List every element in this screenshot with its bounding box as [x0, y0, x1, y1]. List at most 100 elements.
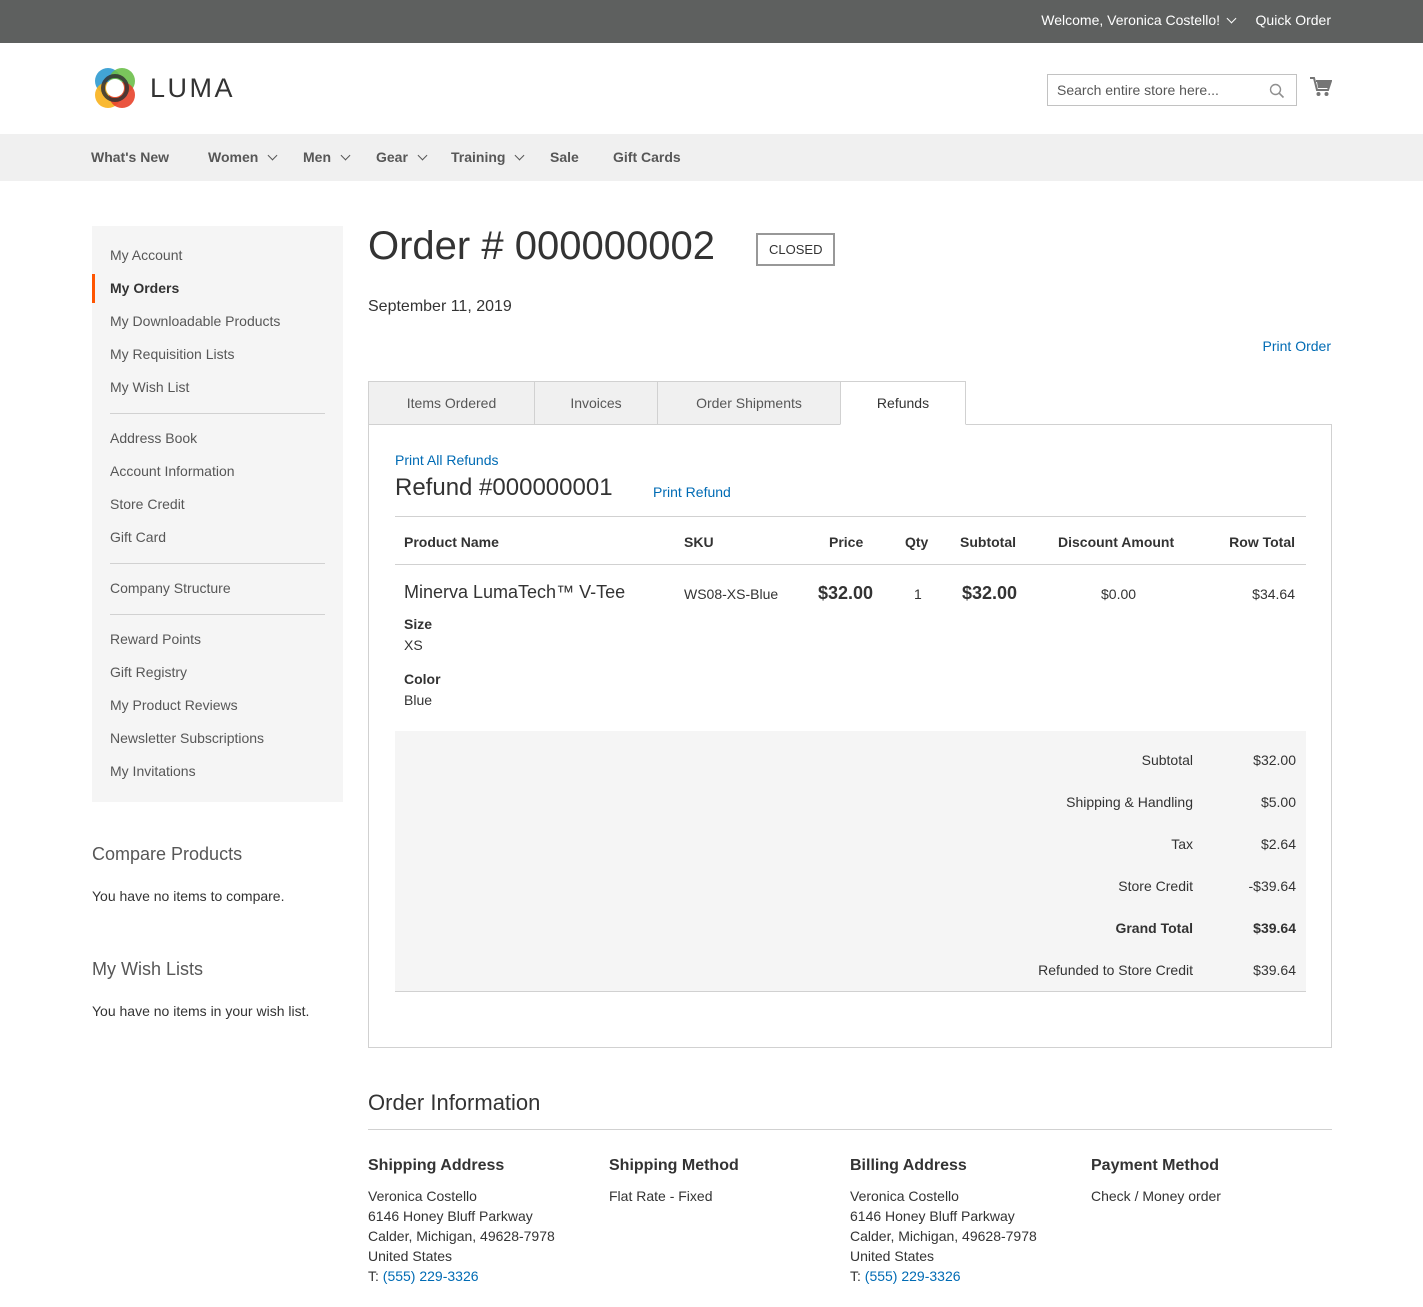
shipping-method-title: Shipping Method — [609, 1157, 739, 1174]
nav-label: Gear — [376, 149, 408, 165]
option-value-color: Blue — [404, 692, 433, 708]
search-input[interactable] — [1048, 75, 1258, 105]
billing-address-line: 6146 Honey Bluff Parkway — [850, 1208, 1015, 1224]
sidebar-divider — [110, 614, 325, 615]
welcome-dropdown[interactable]: Welcome, Veronica Costello! — [1041, 12, 1237, 28]
sidebar-divider — [110, 563, 325, 564]
phone-prefix: T: — [850, 1268, 861, 1284]
chevron-down-icon — [340, 150, 351, 160]
totals-label-subtotal: Subtotal — [1141, 752, 1193, 768]
shipping-address-title: Shipping Address — [368, 1157, 505, 1174]
product-price: $32.00 — [818, 583, 874, 603]
product-subtotal: $32.00 — [962, 583, 1018, 603]
column-header-subtotal: Subtotal — [960, 534, 1016, 550]
sidebar-item-downloadable-products[interactable]: My Downloadable Products — [110, 313, 280, 329]
active-indicator — [92, 274, 95, 303]
column-header-sku: SKU — [684, 534, 714, 550]
wishlists-empty-text: You have no items in your wish list. — [92, 1003, 310, 1019]
logo[interactable]: LUMA — [92, 65, 235, 111]
tab-order-shipments[interactable]: Order Shipments — [657, 381, 841, 425]
nav-sale[interactable]: Sale — [550, 149, 579, 165]
shipping-address-line: Calder, Michigan, 49628-7978 — [368, 1228, 555, 1244]
totals-value-tax: $2.64 — [1260, 836, 1296, 852]
product-row-total: $34.64 — [1252, 586, 1295, 602]
nav-gift-cards[interactable]: Gift Cards — [613, 149, 681, 165]
shipping-phone-link[interactable]: (555) 229-3326 — [383, 1268, 479, 1284]
shipping-address-line: Veronica Costello — [368, 1188, 477, 1204]
compare-title: Compare Products — [92, 844, 243, 864]
shipping-method-value: Flat Rate - Fixed — [609, 1188, 713, 1204]
sidebar-item-invitations[interactable]: My Invitations — [110, 763, 196, 779]
phone-prefix: T: — [368, 1268, 379, 1284]
totals-label-grand-total: Grand Total — [1115, 920, 1193, 936]
option-label-color: Color — [404, 671, 441, 687]
chevron-down-icon — [1226, 13, 1237, 23]
option-label-size: Size — [404, 616, 433, 632]
cart-icon[interactable] — [1310, 77, 1332, 97]
sidebar-item-gift-registry[interactable]: Gift Registry — [110, 664, 187, 680]
sidebar-item-wish-list[interactable]: My Wish List — [110, 379, 189, 395]
column-header-discount: Discount Amount — [1058, 534, 1175, 550]
product-discount: $0.00 — [1101, 586, 1137, 602]
billing-address-title: Billing Address — [850, 1157, 967, 1174]
sidebar-item-account-information[interactable]: Account Information — [110, 463, 235, 479]
status-badge: CLOSED — [756, 233, 836, 266]
nav-training[interactable]: Training — [451, 149, 525, 165]
quick-order-link[interactable]: Quick Order — [1256, 12, 1331, 28]
nav-label: Gift Cards — [613, 149, 681, 165]
sidebar-divider — [110, 413, 325, 414]
search-box — [1047, 74, 1297, 106]
product-sku: WS08-XS-Blue — [684, 586, 779, 602]
main-nav: What's New Women Men Gear Training Sale … — [0, 134, 1423, 181]
nav-men[interactable]: Men — [303, 149, 351, 165]
search-icon[interactable] — [1269, 83, 1285, 99]
column-header-qty: Qty — [905, 534, 929, 550]
account-sidebar: My Account My Orders My Downloadable Pro… — [92, 226, 343, 802]
billing-address-line: United States — [850, 1248, 935, 1264]
totals-label-tax: Tax — [1171, 836, 1193, 852]
print-refund-link[interactable]: Print Refund — [653, 484, 731, 500]
sidebar-item-product-reviews[interactable]: My Product Reviews — [110, 697, 238, 713]
sidebar-item-my-account[interactable]: My Account — [110, 247, 182, 263]
wishlists-title: My Wish Lists — [92, 959, 204, 979]
totals-value-store-credit: -$39.64 — [1248, 878, 1296, 894]
refund-title: Refund #000000001 — [395, 474, 613, 501]
divider — [395, 564, 1306, 565]
totals-label-store-credit: Store Credit — [1118, 878, 1193, 894]
refund-totals: Subtotal $32.00 Shipping & Handling $5.0… — [395, 731, 1306, 992]
chevron-down-icon — [267, 150, 278, 160]
compare-empty-text: You have no items to compare. — [92, 888, 285, 904]
totals-value-subtotal: $32.00 — [1253, 752, 1296, 768]
sidebar-item-address-book[interactable]: Address Book — [110, 430, 197, 446]
sidebar-item-gift-card[interactable]: Gift Card — [110, 529, 166, 545]
column-header-product-name: Product Name — [404, 534, 499, 550]
billing-phone: T: (555) 229-3326 — [850, 1268, 961, 1284]
nav-gear[interactable]: Gear — [376, 149, 428, 165]
shipping-address-line: United States — [368, 1248, 453, 1264]
order-information-title: Order Information — [368, 1090, 541, 1115]
sidebar-item-requisition-lists[interactable]: My Requisition Lists — [110, 346, 235, 362]
tab-invoices[interactable]: Invoices — [534, 381, 658, 425]
product-name: Minerva LumaTech™ V-Tee — [404, 582, 626, 602]
tab-items-ordered[interactable]: Items Ordered — [368, 381, 535, 425]
nav-whats-new[interactable]: What's New — [91, 149, 169, 165]
sidebar-item-newsletter[interactable]: Newsletter Subscriptions — [110, 730, 264, 746]
nav-label: Women — [208, 149, 259, 165]
print-order-link[interactable]: Print Order — [1263, 338, 1331, 354]
divider — [395, 516, 1306, 517]
nav-women[interactable]: Women — [208, 149, 278, 165]
divider — [368, 1129, 1332, 1130]
print-all-refunds-link[interactable]: Print All Refunds — [395, 452, 499, 468]
tab-refunds[interactable]: Refunds — [840, 381, 966, 425]
chevron-down-icon — [515, 150, 525, 160]
sidebar-item-store-credit[interactable]: Store Credit — [110, 496, 185, 512]
nav-label: Men — [303, 149, 331, 165]
sidebar-item-my-orders[interactable]: My Orders — [110, 280, 179, 296]
totals-value-grand-total: $39.64 — [1253, 920, 1296, 936]
header: LUMA — [0, 43, 1423, 134]
refunds-panel: Print All Refunds Refund #000000001 Prin… — [368, 424, 1332, 1048]
sidebar-item-company-structure[interactable]: Company Structure — [110, 580, 231, 596]
product-qty: 1 — [914, 586, 922, 602]
sidebar-item-reward-points[interactable]: Reward Points — [110, 631, 201, 647]
billing-phone-link[interactable]: (555) 229-3326 — [865, 1268, 961, 1284]
